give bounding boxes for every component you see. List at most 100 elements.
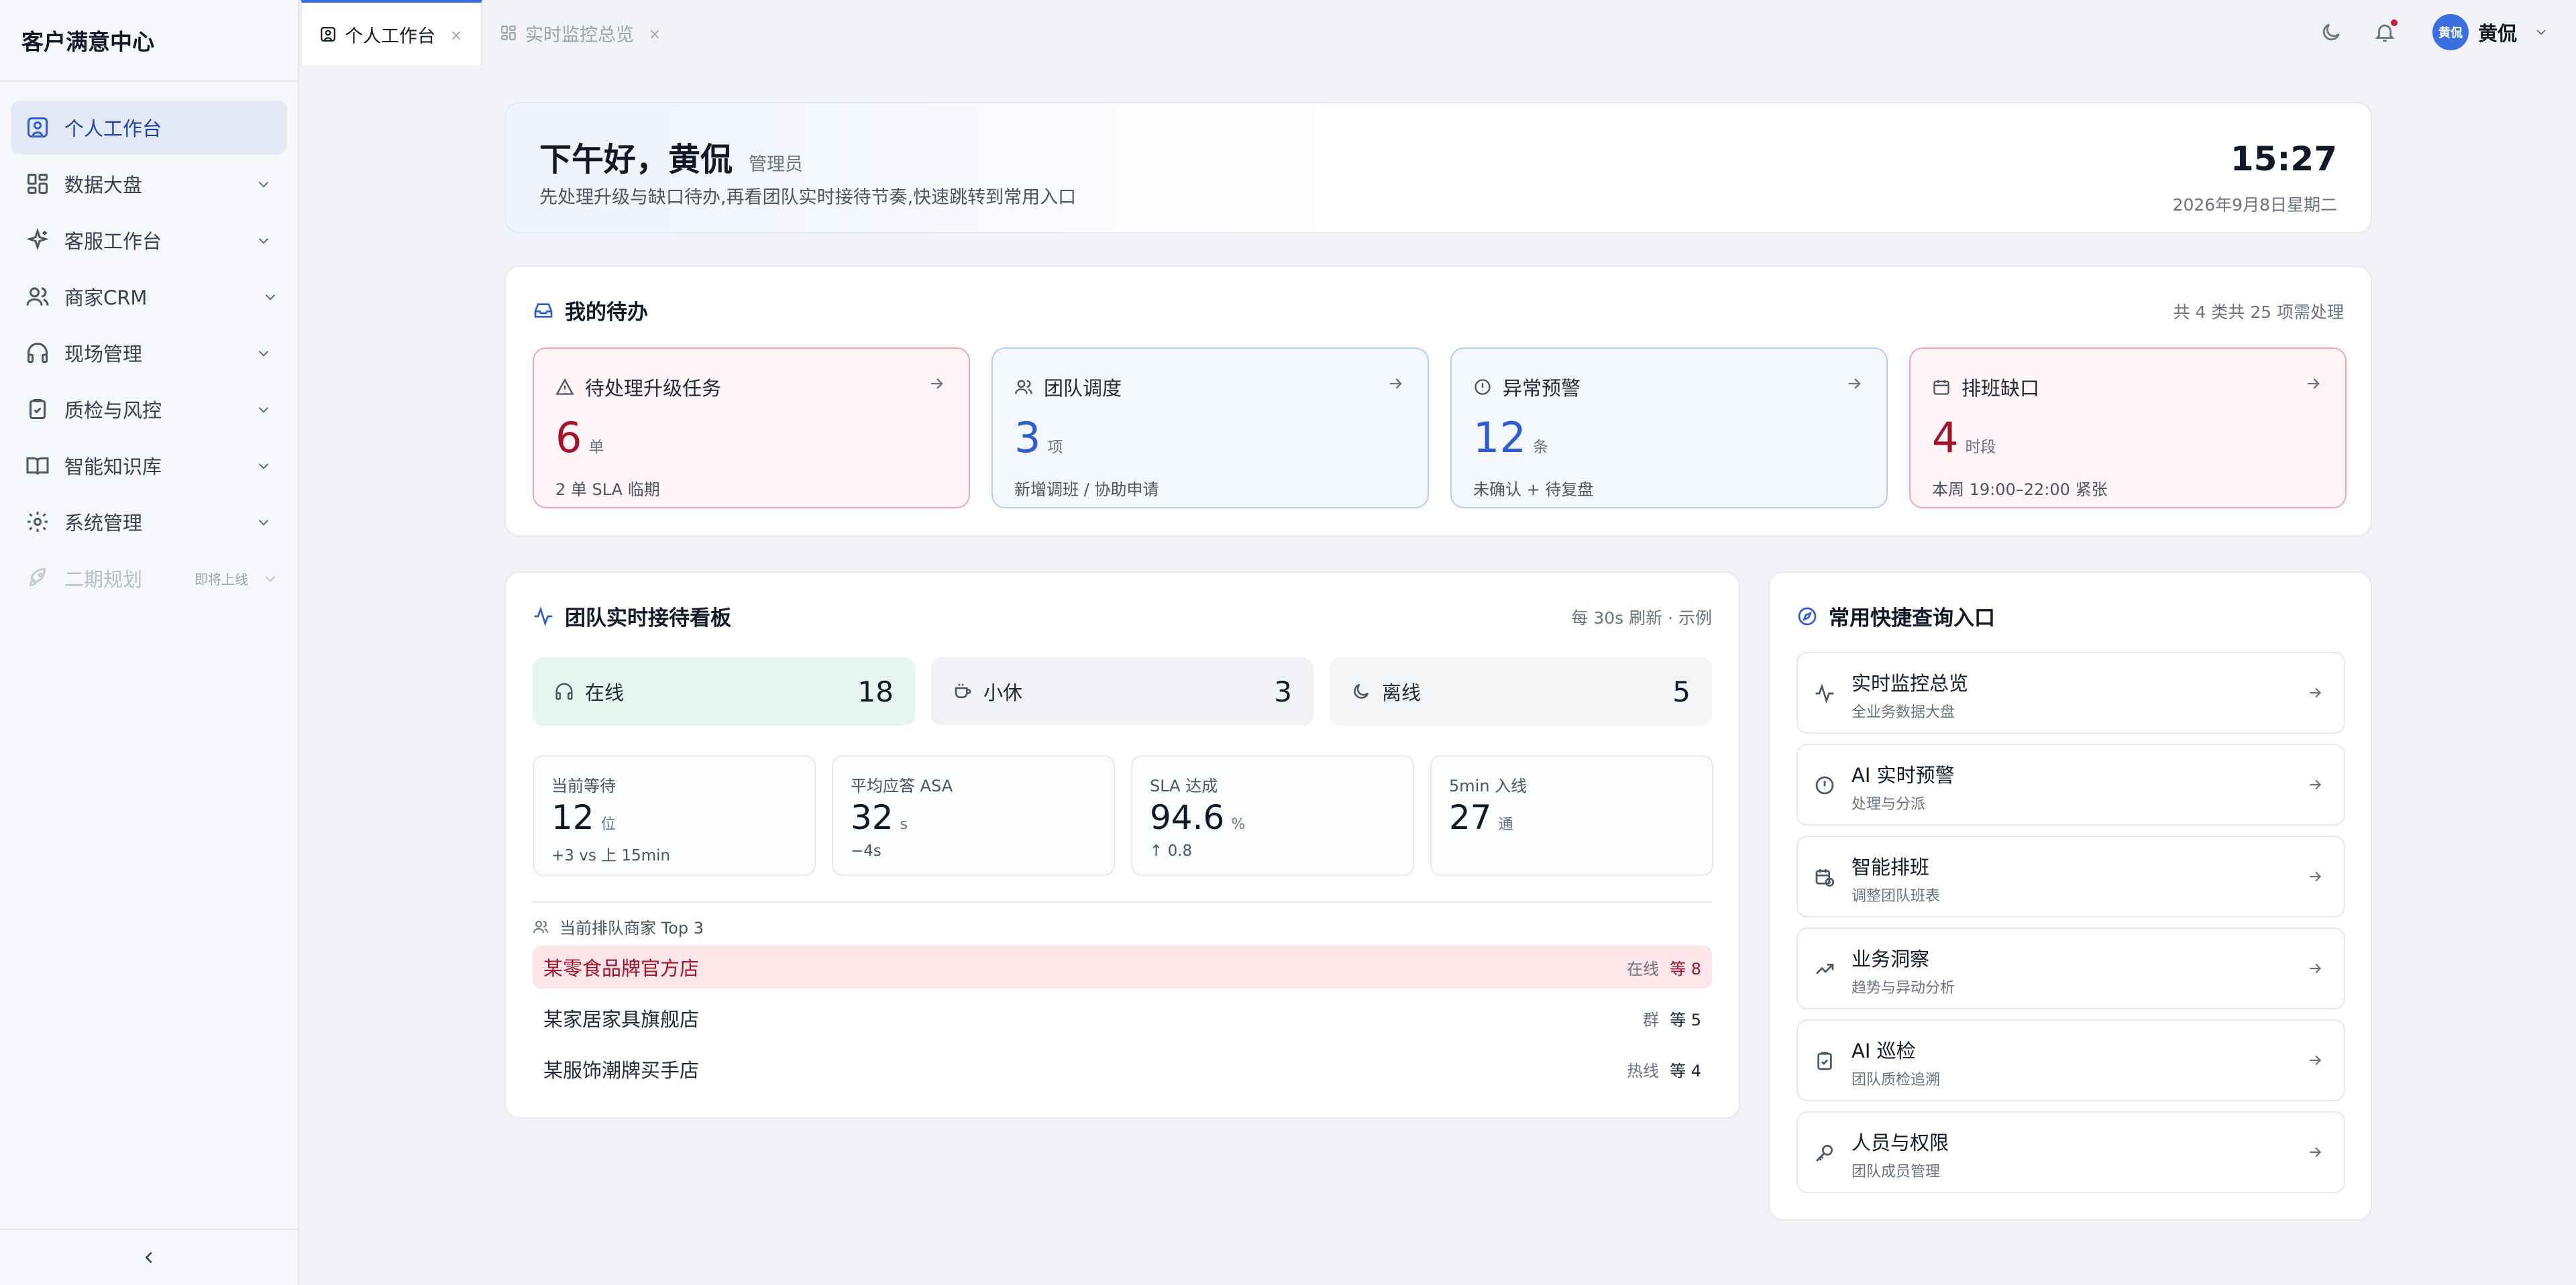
merchant-wait: 等 8 (1670, 959, 1701, 979)
status-offline[interactable]: 离线 5 (1330, 657, 1712, 726)
metric-label: 5min 入线 (1449, 777, 1527, 795)
headphones-icon (25, 341, 50, 365)
status-break[interactable]: 小休 3 (931, 657, 1313, 726)
todo-item-unit: 项 (1047, 439, 1063, 456)
todo-item-desc: 未确认 + 待复盘 (1473, 480, 1594, 499)
greeting-heading: 下午好，黄侃 管理员 (539, 133, 803, 180)
quick-item-name: 实时监控总览 (1851, 672, 1969, 695)
sidebar-item-dashboard[interactable]: 数据大盘 (11, 157, 287, 211)
quick-item-smart-schedule[interactable]: 智能排班 调整团队班表 (1796, 836, 2345, 917)
quick-item-desc: 调整团队班表 (1851, 888, 1941, 905)
status-online[interactable]: 在线 18 (533, 657, 915, 726)
user-square-icon (25, 115, 50, 139)
chevron-down-icon (255, 231, 272, 249)
todo-item-label: 待处理升级任务 (585, 377, 722, 400)
todo-item-head: 团队调度 (1014, 373, 1122, 401)
moon-icon (1351, 681, 1371, 702)
metric-inbound-5min: 5min 入线 27 通 (1430, 755, 1713, 876)
todo-item-escalation[interactable]: 待处理升级任务 6 单 2 单 SLA 临期 (533, 347, 970, 508)
users-icon (1014, 378, 1033, 396)
metric-value: 94.6 (1150, 798, 1225, 837)
trending-up-icon (1814, 958, 1835, 980)
grid-icon (500, 24, 517, 42)
user-menu[interactable]: 黄侃 黄侃 (2432, 14, 2549, 50)
arrow-right-icon (927, 374, 946, 393)
quick-item-name: 人员与权限 (1851, 1131, 1949, 1154)
headphones-icon (554, 681, 574, 702)
todo-item-anomaly-alert[interactable]: 异常预警 12 条 未确认 + 待复盘 (1450, 347, 1888, 508)
todo-summary: 共 4 类共 25 项需处理 (2173, 302, 2344, 322)
tab-realtime-monitor[interactable]: 实时监控总览 (482, 1, 680, 65)
arrow-right-icon (2304, 374, 2322, 393)
sidebar-item-merchant-crm[interactable]: 商家CRM (11, 270, 287, 323)
metric-delta: +3 vs 上 15min (551, 847, 671, 864)
moon-icon[interactable] (2320, 21, 2343, 44)
metric-value-group: 32 s (851, 798, 908, 837)
quick-section-title: 常用快捷查询入口 (1796, 601, 1995, 631)
close-icon[interactable] (647, 25, 662, 40)
quick-item-people-permissions[interactable]: 人员与权限 团队成员管理 (1796, 1111, 2345, 1193)
tab-personal-workspace[interactable]: 个人工作台 (301, 0, 482, 66)
todo-item-label: 团队调度 (1044, 377, 1122, 400)
topbar-actions: 黄侃 黄侃 (2289, 0, 2549, 64)
todo-item-count: 4 时段 (1932, 413, 1996, 462)
quick-item-desc: 团队质检追溯 (1851, 1072, 1941, 1088)
notification-dot (2389, 18, 2399, 27)
sidebar-item-label: 二期规划 (64, 568, 143, 591)
sidebar-item-label: 数据大盘 (64, 174, 143, 197)
metric-label: 平均应答 ASA (851, 777, 953, 795)
queue-row[interactable]: 某零食品牌官方店 在线 等 8 (533, 946, 1712, 989)
todo-item-value: 4 (1932, 413, 1959, 462)
quick-item-desc: 处理与分派 (1851, 796, 1926, 813)
avatar: 黄侃 (2432, 14, 2469, 50)
chevron-left-icon (139, 1247, 159, 1268)
queue-row[interactable]: 某服饰潮牌买手店 热线 等 4 (533, 1048, 1712, 1091)
todo-item-schedule-gap[interactable]: 排班缺口 4 时段 本周 19:00–22:00 紧张 (1909, 347, 2347, 508)
sidebar-item-label: 质检与风控 (64, 399, 162, 422)
quick-item-desc: 团队成员管理 (1851, 1164, 1941, 1180)
sidebar-item-onsite-management[interactable]: 现场管理 (11, 326, 287, 380)
close-icon[interactable] (449, 27, 464, 42)
sidebar-item-system-management[interactable]: 系统管理 (11, 495, 287, 549)
board-title: 团队实时接待看板 (565, 606, 731, 630)
alert-circle-icon (1814, 775, 1835, 796)
metric-avg-answer: 平均应答 ASA 32 s −4s (832, 755, 1115, 876)
user-name: 黄侃 (2477, 22, 2517, 45)
arrow-right-icon (2306, 1143, 2324, 1161)
users-icon (533, 919, 549, 935)
quick-item-business-insight[interactable]: 业务洞察 趋势与异动分析 (1796, 928, 2345, 1009)
todo-item-desc: 2 单 SLA 临期 (555, 480, 660, 499)
metric-unit: 位 (600, 816, 616, 833)
quick-item-desc: 全业务数据大盘 (1851, 704, 1955, 721)
bell-icon[interactable] (2373, 18, 2399, 44)
users-icon (25, 284, 50, 309)
metric-label: SLA 达成 (1150, 777, 1218, 795)
quick-item-realtime-monitor[interactable]: 实时监控总览 全业务数据大盘 (1796, 652, 2345, 734)
sidebar-item-qa-risk[interactable]: 质检与风控 (11, 382, 287, 436)
arrow-right-icon (2306, 960, 2324, 977)
chevron-down-icon (262, 288, 279, 305)
sidebar-item-knowledge-base[interactable]: 智能知识库 (11, 439, 287, 492)
sidebar-item-service-workspace[interactable]: 客服工作台 (11, 213, 287, 267)
inbox-icon (533, 300, 554, 321)
metric-unit: s (900, 816, 908, 833)
quick-item-name: 智能排班 (1851, 856, 1930, 879)
calendar-clock-icon (1814, 867, 1835, 888)
user-square-icon (319, 25, 337, 43)
sidebar-item-personal-workspace[interactable]: 个人工作台 (11, 101, 287, 154)
arrow-right-icon (2306, 776, 2324, 793)
merchant-wait: 等 5 (1670, 1010, 1701, 1029)
quick-item-ai-inspection[interactable]: AI 巡检 团队质检追溯 (1796, 1019, 2345, 1101)
quick-item-ai-alert[interactable]: AI 实时预警 处理与分派 (1796, 744, 2345, 826)
key-icon (1814, 1142, 1835, 1164)
queue-row[interactable]: 某家居家具旗舰店 群 等 5 (533, 997, 1712, 1040)
arrow-right-icon (2306, 868, 2324, 885)
activity-icon (533, 606, 554, 627)
tab-label: 实时监控总览 (525, 24, 634, 46)
role-label: 管理员 (749, 154, 804, 175)
metric-sla: SLA 达成 94.6 % ↑ 0.8 (1131, 755, 1414, 876)
sidebar-collapse-button[interactable] (0, 1229, 298, 1285)
book-open-icon (25, 453, 50, 478)
todo-item-team-dispatch[interactable]: 团队调度 3 项 新增调班 / 协助申请 (991, 347, 1429, 508)
arrow-right-icon (1845, 374, 1864, 393)
